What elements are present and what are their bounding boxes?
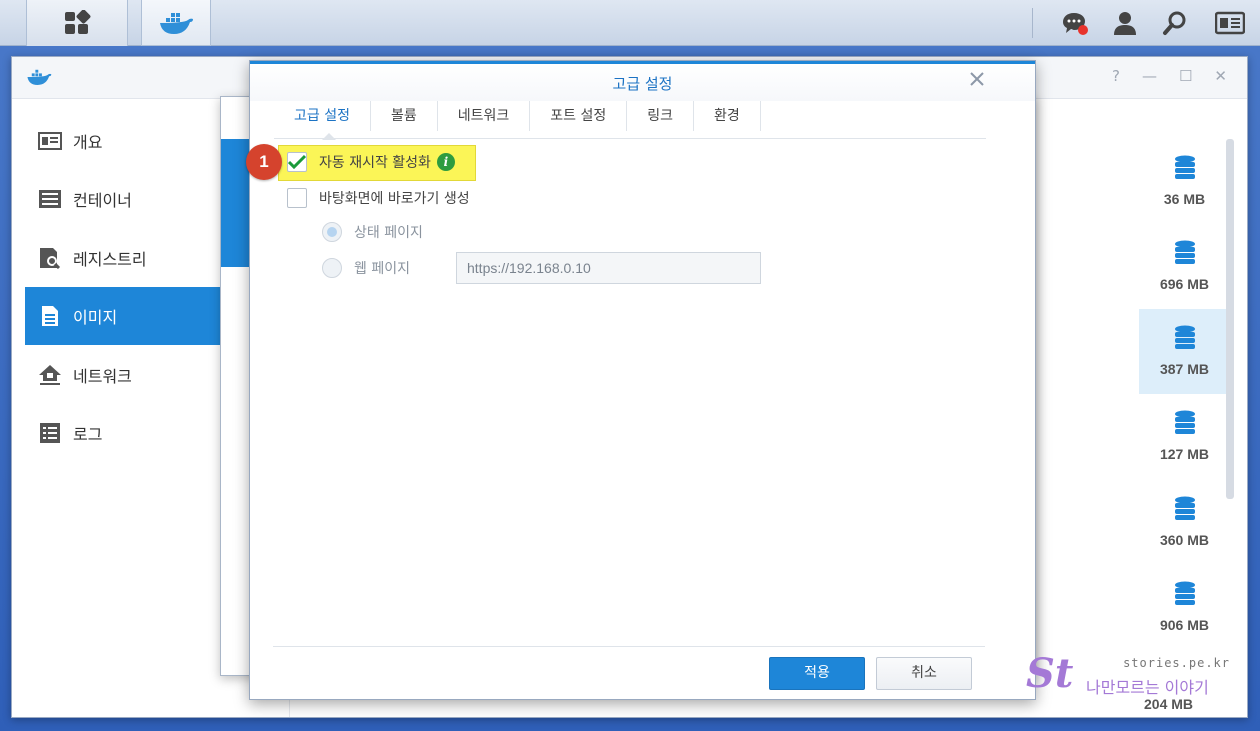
- web-url-input[interactable]: https://192.168.0.10: [456, 252, 761, 284]
- chat-bubble-icon: [1063, 13, 1088, 35]
- sidebar-item-log[interactable]: 로그: [25, 404, 221, 462]
- image-size: 696 MB: [1159, 276, 1210, 292]
- web-page-option[interactable]: 웹 페이지: [322, 258, 410, 278]
- help-icon[interactable]: ?: [1112, 67, 1120, 85]
- auto-restart-label: 자동 재시작 활성화: [319, 155, 431, 171]
- minimize-icon[interactable]: —: [1142, 67, 1157, 85]
- user-button[interactable]: [1100, 0, 1150, 46]
- taskbar: [0, 0, 1260, 46]
- cancel-button[interactable]: 취소: [876, 657, 972, 690]
- scrollbar[interactable]: [1226, 139, 1234, 499]
- watermark-tagline: 나만모르는 이야기: [1086, 678, 1209, 697]
- container-icon: [37, 188, 63, 210]
- tab-advanced[interactable]: 고급 설정: [274, 101, 371, 140]
- database-icon: [1174, 496, 1195, 520]
- search-icon: [1163, 11, 1186, 35]
- list-item[interactable]: 127 MB: [1139, 394, 1230, 479]
- image-size: 360 MB: [1159, 532, 1210, 548]
- sidebar-item-label: 이미지: [73, 308, 118, 327]
- sidebar-item-label: 컨테이너: [73, 191, 132, 210]
- desktop-shortcut-checkbox[interactable]: [287, 188, 307, 208]
- image-size: 127 MB: [1159, 446, 1210, 462]
- step-badge: 1: [246, 144, 282, 180]
- status-page-option[interactable]: 상태 페이지: [322, 222, 423, 242]
- database-icon: [1174, 410, 1195, 434]
- checkmark-icon: [288, 154, 306, 170]
- desktop-shortcut-option[interactable]: 바탕화면에 바로가기 생성: [287, 188, 470, 208]
- tab-volume[interactable]: 볼륨: [371, 101, 438, 131]
- web-page-label: 웹 페이지: [354, 261, 410, 277]
- sidebar-item-label: 개요: [73, 133, 103, 152]
- sidebar-item-registry[interactable]: 레지스트리: [25, 229, 221, 287]
- dialog-title: 고급 설정: [250, 61, 1035, 101]
- tab-network[interactable]: 네트워크: [438, 101, 531, 131]
- tab-bar: 고급 설정 볼륨 네트워크 포트 설정 링크 환경: [274, 101, 986, 140]
- watermark-site: stories.pe.kr: [1123, 656, 1230, 670]
- list-item[interactable]: 696 MB: [1139, 224, 1230, 309]
- image-size: 387 MB: [1159, 361, 1210, 377]
- network-house-icon: [37, 364, 63, 386]
- sidebar-item-label: 레지스트리: [73, 250, 147, 269]
- main-menu-button[interactable]: [26, 0, 128, 46]
- status-page-label: 상태 페이지: [354, 225, 423, 241]
- auto-restart-option[interactable]: 자동 재시작 활성화 i: [287, 152, 455, 172]
- sidebar-item-image[interactable]: 이미지: [25, 287, 221, 345]
- list-item[interactable]: 360 MB: [1139, 480, 1230, 565]
- docker-logo-icon: [27, 69, 52, 85]
- close-icon[interactable]: [965, 67, 989, 91]
- sidebar-item-overview[interactable]: 개요: [25, 112, 221, 170]
- info-icon[interactable]: i: [436, 153, 455, 171]
- list-item[interactable]: 36 MB: [1139, 139, 1230, 224]
- id-card-icon: [1215, 11, 1245, 35]
- maximize-icon[interactable]: ☐: [1179, 67, 1192, 85]
- desktop-shortcut-label: 바탕화면에 바로가기 생성: [319, 191, 470, 207]
- close-window-icon[interactable]: ✕: [1214, 67, 1227, 85]
- notifications-button[interactable]: [1050, 0, 1100, 46]
- watermark-logo: St: [1026, 650, 1074, 697]
- docker-whale-icon: [160, 12, 193, 34]
- grid-icon: [65, 10, 91, 34]
- status-page-radio[interactable]: [322, 222, 342, 242]
- auto-restart-checkbox[interactable]: [287, 152, 307, 172]
- web-page-radio[interactable]: [322, 258, 342, 278]
- watermark: St stories.pe.kr 나만모르는 이야기: [1026, 652, 1236, 704]
- widgets-button[interactable]: [1200, 0, 1260, 46]
- sidebar-item-label: 네트워크: [73, 367, 132, 386]
- image-size: 906 MB: [1159, 617, 1210, 633]
- database-icon: [1174, 581, 1195, 605]
- database-icon: [1174, 325, 1195, 349]
- sidebar-item-label: 로그: [73, 425, 103, 444]
- database-icon: [1174, 240, 1195, 264]
- log-list-icon: [37, 422, 63, 444]
- taskbar-separator: [1032, 8, 1033, 38]
- image-size: 36 MB: [1163, 191, 1206, 207]
- search-button[interactable]: [1150, 0, 1200, 46]
- registry-search-icon: [37, 247, 63, 269]
- sidebar-item-container[interactable]: 컨테이너: [25, 170, 221, 228]
- tab-environment[interactable]: 환경: [694, 101, 761, 131]
- list-item-selected[interactable]: 387 MB: [1139, 309, 1230, 394]
- user-icon: [1114, 12, 1136, 35]
- list-item[interactable]: 906 MB: [1139, 565, 1230, 650]
- image-doc-icon: [37, 305, 63, 327]
- tab-port-settings[interactable]: 포트 설정: [530, 101, 628, 131]
- tab-links[interactable]: 링크: [627, 101, 695, 131]
- database-icon: [1174, 155, 1195, 179]
- apply-button[interactable]: 적용: [769, 657, 865, 690]
- docker-taskbar-button[interactable]: [141, 0, 211, 46]
- sidebar-item-network[interactable]: 네트워크: [25, 346, 221, 404]
- id-card-icon: [37, 130, 63, 152]
